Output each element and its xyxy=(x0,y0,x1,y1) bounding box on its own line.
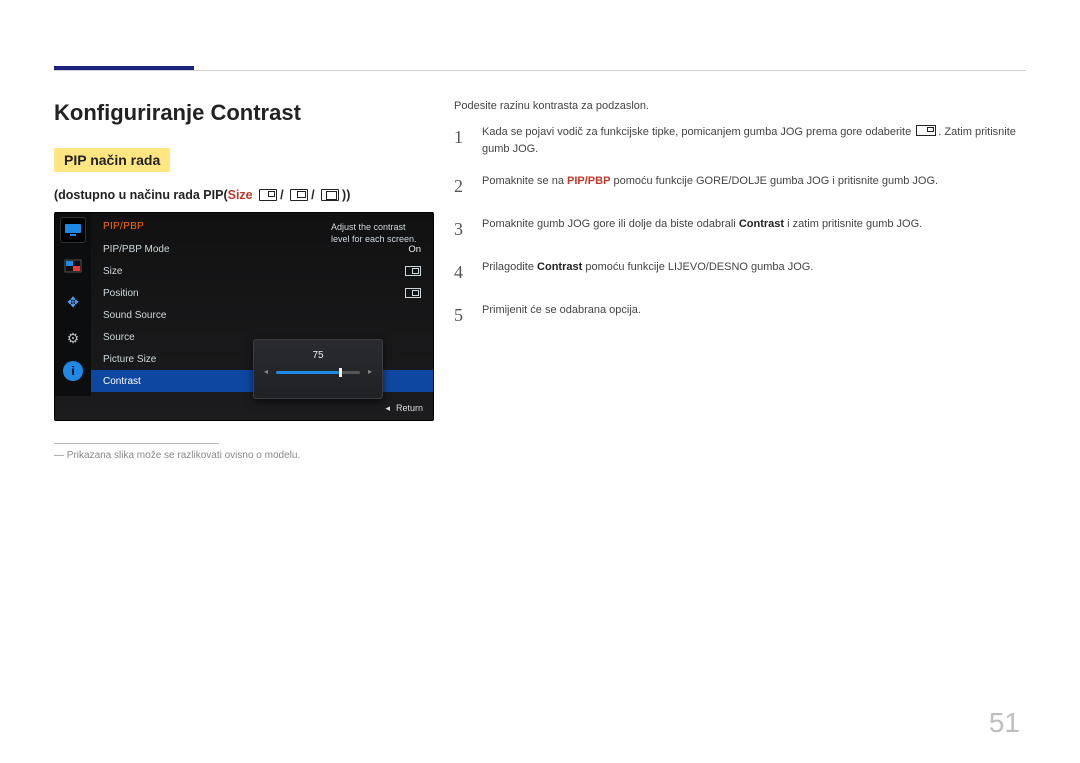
step-text: Pomaknite se na xyxy=(482,175,567,187)
subhead-suffix: )) xyxy=(342,188,350,202)
step-4: Prilagodite Contrast pomoću funkcije LIJ… xyxy=(454,259,1026,286)
step-text: Primijenit će se odabrana opcija. xyxy=(482,302,641,329)
keyword-contrast: Contrast xyxy=(739,218,784,230)
slider-track[interactable]: ◂ ▸ xyxy=(276,371,360,374)
osd-row-label: Position xyxy=(103,288,139,299)
size-icon-small xyxy=(259,189,277,201)
step-text: Pomaknite gumb JOG gore ili dolje da bis… xyxy=(482,218,739,230)
osd-help-text: Adjust the contrast level for each scree… xyxy=(331,221,425,245)
step-5: Primijenit će se odabrana opcija. xyxy=(454,302,1026,329)
steps-list: Kada se pojavi vodič za funkcijske tipke… xyxy=(454,124,1026,329)
size-keyword: Size xyxy=(228,188,253,202)
pip-subhead: (dostupno u načinu rada PIP(Size / / )) xyxy=(54,188,434,202)
move-icon[interactable]: ✥ xyxy=(60,289,86,315)
page-number: 51 xyxy=(989,707,1020,739)
step-1: Kada se pojavi vodič za funkcijske tipke… xyxy=(454,124,1026,157)
menu-icon xyxy=(916,125,936,136)
osd-row-label: Size xyxy=(103,266,122,277)
osd-row-label: Picture Size xyxy=(103,354,156,365)
osd-row-label: Contrast xyxy=(103,376,141,387)
step-text: i zatim pritisnite gumb JOG. xyxy=(784,218,922,230)
osd-row-sound[interactable]: Sound Source xyxy=(91,304,433,326)
subhead-prefix: (dostupno u načinu rada PIP( xyxy=(54,188,228,202)
size-icon-medium xyxy=(290,189,308,201)
slider-right-arrow[interactable]: ▸ xyxy=(368,367,372,376)
header-rule xyxy=(54,70,1026,71)
step-text: Kada se pojavi vodič za funkcijske tipke… xyxy=(482,126,914,138)
osd-row-label: Sound Source xyxy=(103,310,166,321)
osd-return[interactable]: Return xyxy=(385,403,423,414)
settings-icon[interactable]: ⚙ xyxy=(60,325,86,351)
slider-fill xyxy=(276,371,339,374)
keyword-pippbp: PIP/PBP xyxy=(567,175,610,187)
osd-nav: ✥ ⚙ i xyxy=(55,213,91,396)
step-2: Pomaknite se na PIP/PBP pomoću funkcije … xyxy=(454,173,1026,200)
osd-row-label: Source xyxy=(103,332,135,343)
page-title: Konfiguriranje Contrast xyxy=(54,100,434,126)
osd-row-position[interactable]: Position xyxy=(91,282,433,304)
osd-panel: ✥ ⚙ i PIP/PBP PIP/PBP Mode On Size xyxy=(54,212,434,421)
keyword-contrast: Contrast xyxy=(537,261,582,273)
slider-knob[interactable] xyxy=(339,368,342,377)
pip-size-icon xyxy=(405,266,421,276)
step-text: pomoću funkcije LIJEVO/DESNO gumba JOG. xyxy=(582,261,813,273)
info-icon[interactable]: i xyxy=(63,361,83,381)
step-text: Prilagodite xyxy=(482,261,537,273)
intro-text: Podesite razinu kontrasta za podzaslon. xyxy=(454,100,1026,112)
footnote: Prikazana slika može se razlikovati ovis… xyxy=(54,450,434,461)
osd-row-size[interactable]: Size xyxy=(91,260,433,282)
footnote-rule xyxy=(54,443,219,444)
pip-position-icon xyxy=(405,288,421,298)
osd-slider-popup: 75 ◂ ▸ xyxy=(253,339,383,399)
pip-tab-icon[interactable] xyxy=(60,253,86,279)
step-3: Pomaknite gumb JOG gore ili dolje da bis… xyxy=(454,216,1026,243)
display-icon[interactable] xyxy=(60,217,86,243)
slider-left-arrow[interactable]: ◂ xyxy=(264,367,268,376)
size-icon-large xyxy=(321,189,339,201)
osd-row-label: PIP/PBP Mode xyxy=(103,244,170,255)
slider-value: 75 xyxy=(264,350,372,361)
step-text: pomoću funkcije GORE/DOLJE gumba JOG i p… xyxy=(610,175,938,187)
pip-mode-band: PIP način rada xyxy=(54,148,170,172)
